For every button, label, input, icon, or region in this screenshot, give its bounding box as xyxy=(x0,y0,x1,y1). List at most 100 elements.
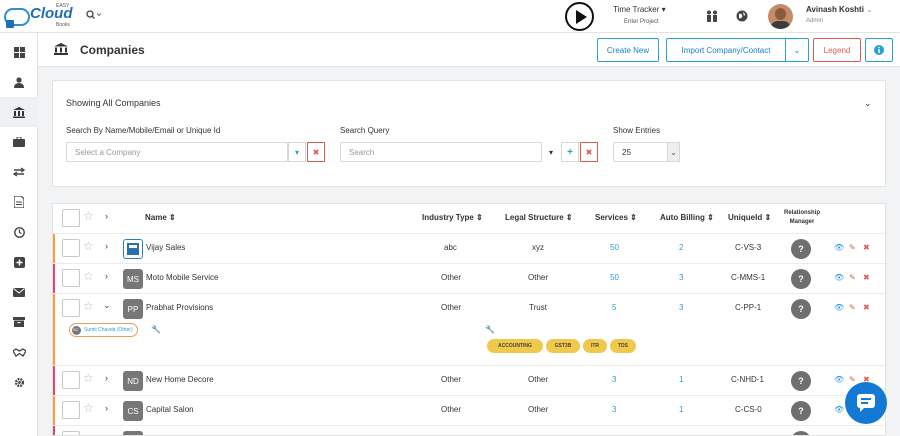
auto-billing-count[interactable]: 3 xyxy=(679,273,683,282)
info-button[interactable] xyxy=(865,38,893,62)
services-count[interactable]: 5 xyxy=(612,303,616,312)
sidebar-companies-icon[interactable] xyxy=(0,97,38,127)
app-logo[interactable]: EASY Cloud Books xyxy=(4,2,74,30)
expand-all-chevron-icon[interactable]: › xyxy=(105,211,108,221)
select-all-checkbox[interactable] xyxy=(62,209,80,227)
show-entries-select[interactable]: 25 xyxy=(613,142,668,162)
row-checkbox[interactable] xyxy=(62,269,80,287)
edit-pencil-icon[interactable]: ✎ xyxy=(849,303,856,312)
delete-x-icon[interactable]: ✖ xyxy=(863,303,870,312)
query-dropdown-caret-icon[interactable]: ▾ xyxy=(542,142,560,162)
view-eye-icon[interactable]: 👁 xyxy=(834,243,844,252)
table-row[interactable]: ☆ › Vijay Sales abc xyz 50 2 C-VS-3 ? 👁 … xyxy=(53,233,885,263)
sidebar-archive-icon[interactable] xyxy=(0,307,38,337)
table-row-partial[interactable] xyxy=(53,425,885,435)
delete-x-icon[interactable]: ✖ xyxy=(863,243,870,252)
company-name[interactable]: Vijay Sales xyxy=(146,243,185,252)
sidebar-mail-icon[interactable] xyxy=(0,277,38,307)
row-checkbox[interactable] xyxy=(62,371,80,389)
sidebar-briefcase-icon[interactable] xyxy=(0,127,38,157)
add-query-button[interactable]: + xyxy=(561,142,579,162)
row-expand-chevron-icon[interactable]: › xyxy=(105,373,108,383)
edit-pencil-icon[interactable]: ✎ xyxy=(849,375,856,384)
edit-pencil-icon[interactable]: ✎ xyxy=(849,243,856,252)
sidebar-dashboard-icon[interactable] xyxy=(0,37,38,67)
view-eye-icon[interactable]: 👁 xyxy=(834,375,844,384)
time-tracker-dropdown[interactable]: Time Tracker ▾ xyxy=(613,5,666,14)
services-count[interactable]: 3 xyxy=(612,405,616,414)
relationship-manager-avatar[interactable] xyxy=(791,431,811,435)
favorite-star-icon[interactable]: ☆ xyxy=(83,269,94,283)
service-tag[interactable]: ACCOUNTING xyxy=(487,339,543,353)
auto-billing-count[interactable]: 1 xyxy=(679,375,683,384)
services-count[interactable]: 3 xyxy=(612,375,616,384)
legend-button[interactable]: Legend xyxy=(813,38,861,62)
sidebar-user-icon[interactable] xyxy=(0,67,38,97)
row-expand-chevron-icon[interactable]: › xyxy=(105,403,108,413)
sidebar-handshake-icon[interactable] xyxy=(0,337,38,367)
favorite-star-icon[interactable]: ☆ xyxy=(83,401,94,415)
row-expand-chevron-icon[interactable]: › xyxy=(105,241,108,251)
services-count[interactable]: 50 xyxy=(610,273,619,282)
relationship-manager-avatar[interactable]: ? xyxy=(791,401,811,421)
user-name[interactable]: Avinash Koshti ⌄ xyxy=(806,5,873,14)
globe-icon[interactable] xyxy=(736,10,748,25)
sidebar-add-icon[interactable] xyxy=(0,247,38,277)
table-row-expanded[interactable]: ☆ ⌄ PP Prabhat Provisions Other Trust 5 … xyxy=(53,293,885,365)
entries-chevron-icon[interactable]: ⌄ xyxy=(667,142,680,162)
edit-pencil-icon[interactable]: ✎ xyxy=(849,273,856,282)
favorite-star-icon[interactable]: ☆ xyxy=(83,371,94,385)
people-icon[interactable] xyxy=(705,10,719,25)
wrench-icon[interactable]: 🔧 xyxy=(151,325,161,334)
view-eye-icon[interactable]: 👁 xyxy=(834,273,844,282)
sidebar-clock-icon[interactable] xyxy=(0,217,38,247)
relationship-manager-avatar[interactable]: ? xyxy=(791,299,811,319)
header-legal-structure[interactable]: Legal Structure ⇕ xyxy=(505,213,573,222)
delete-x-icon[interactable]: ✖ xyxy=(863,273,870,282)
company-name[interactable]: Capital Salon xyxy=(146,405,194,414)
table-row[interactable]: ☆ › MS Moto Mobile Service Other Other 5… xyxy=(53,263,885,293)
auto-billing-count[interactable]: 3 xyxy=(679,303,683,312)
collapse-chevron-icon[interactable]: ⌄ xyxy=(864,98,872,109)
auto-billing-count[interactable]: 2 xyxy=(679,243,683,252)
header-name[interactable]: Name ⇕ xyxy=(145,213,176,222)
header-services[interactable]: Services ⇕ xyxy=(595,213,637,222)
timer-play-button[interactable] xyxy=(565,2,594,31)
table-row[interactable]: ☆ › ND New Home Decore Other Other 3 1 C… xyxy=(53,365,885,395)
enter-project-label[interactable]: Enter Project xyxy=(624,19,659,25)
sidebar-document-icon[interactable] xyxy=(0,187,38,217)
company-name[interactable]: New Home Decore xyxy=(146,375,214,384)
create-new-button[interactable]: Create New xyxy=(597,38,659,62)
header-unique-id[interactable]: UniqueId ⇕ xyxy=(728,213,771,222)
sidebar-settings-icon[interactable] xyxy=(0,367,38,397)
table-row[interactable]: ☆ › CS Capital Salon Other Other 3 1 C-C… xyxy=(53,395,885,425)
company-dropdown-caret-icon[interactable]: ▾ xyxy=(288,142,306,162)
clear-query-button[interactable]: ✖ xyxy=(580,142,598,162)
clear-company-button[interactable]: ✖ xyxy=(307,142,325,162)
global-search-toggle[interactable] xyxy=(86,10,102,23)
company-name[interactable]: Moto Mobile Service xyxy=(146,273,218,282)
row-checkbox[interactable] xyxy=(62,401,80,419)
favorite-star-icon[interactable]: ☆ xyxy=(83,299,94,313)
contact-chip[interactable]: SC Sumit Chavda (Other) xyxy=(69,323,138,337)
service-tag[interactable]: GST3B xyxy=(546,339,580,353)
company-select-input[interactable]: Select a Company xyxy=(66,142,288,162)
row-collapse-chevron-icon[interactable]: ⌄ xyxy=(103,300,111,311)
row-checkbox[interactable] xyxy=(62,299,80,317)
wrench-icon[interactable]: 🔧 xyxy=(485,325,495,334)
relationship-manager-avatar[interactable]: ? xyxy=(791,239,811,259)
company-name[interactable]: Prabhat Provisions xyxy=(146,303,213,312)
import-options-chevron-icon[interactable]: ⌄ xyxy=(786,46,808,55)
relationship-manager-avatar[interactable]: ? xyxy=(791,269,811,289)
auto-billing-count[interactable]: 1 xyxy=(679,405,683,414)
user-avatar[interactable] xyxy=(768,4,793,29)
services-count[interactable]: 50 xyxy=(610,243,619,252)
chat-support-button[interactable] xyxy=(845,382,887,424)
view-eye-icon[interactable]: 👁 xyxy=(834,405,844,414)
row-checkbox[interactable] xyxy=(62,431,80,435)
sidebar-transfer-icon[interactable] xyxy=(0,157,38,187)
favorite-star-icon[interactable]: ☆ xyxy=(83,239,94,253)
header-industry[interactable]: Industry Type ⇕ xyxy=(422,213,483,222)
header-auto-billing[interactable]: Auto Billing ⇕ xyxy=(660,213,714,222)
service-tag[interactable]: ITR xyxy=(583,339,607,353)
